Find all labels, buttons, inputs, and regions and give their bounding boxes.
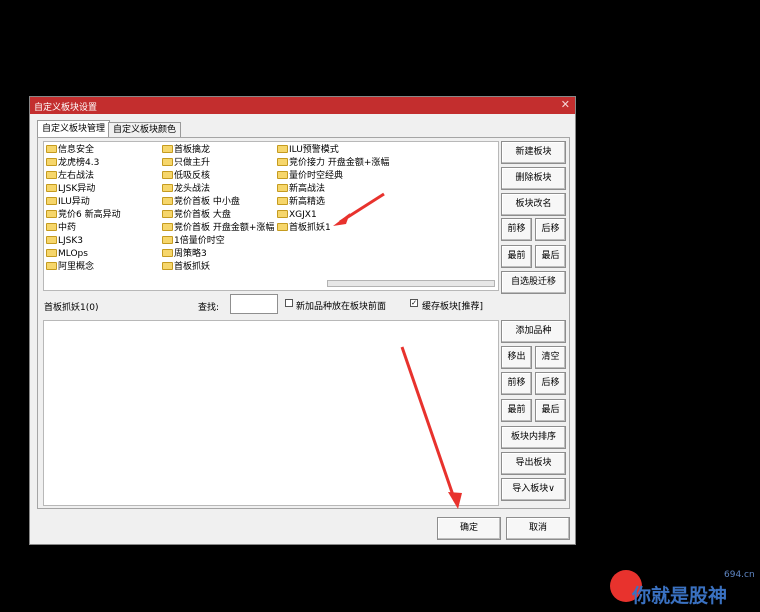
watermark-text: 你就是股神	[632, 585, 728, 607]
arrow-to-ok	[400, 346, 457, 502]
watermark-domain: 694.cn	[724, 570, 755, 580]
arrowhead-block	[333, 213, 350, 226]
arrowhead-ok	[448, 492, 462, 509]
watermark-logo: 694.cn 你就是股神	[610, 570, 760, 612]
annotation-arrows	[333, 192, 462, 509]
